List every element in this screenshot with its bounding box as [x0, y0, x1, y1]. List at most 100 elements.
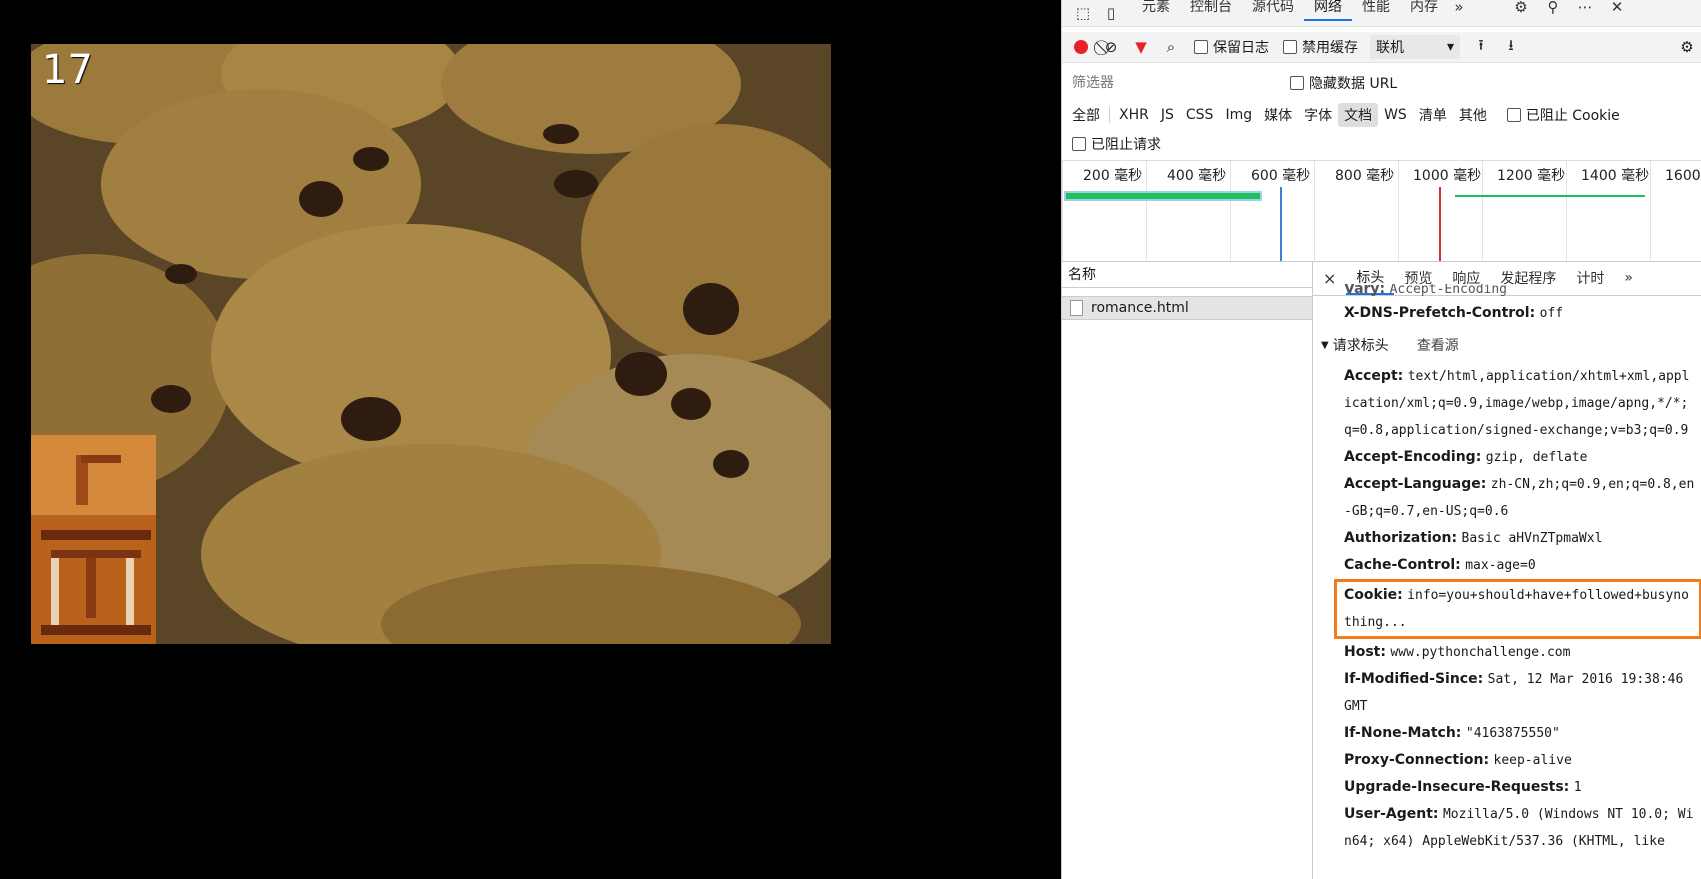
network-timeline-overview[interactable]: 200 毫秒 400 毫秒 600 毫秒 800 毫秒 1000 毫秒 1200…: [1062, 160, 1701, 262]
machine-illustration: [31, 435, 156, 644]
devtools-tabbar: ⬚ ▯ 元素 控制台 源代码 网络 性能 内存 » ⚙ ⚲ ⋯ ✕: [1062, 0, 1701, 27]
type-filter-xhr[interactable]: XHR: [1113, 105, 1155, 125]
tab-timing[interactable]: 计时: [1566, 261, 1614, 295]
close-icon[interactable]: ✕: [1606, 0, 1628, 17]
upload-icon: ⭱: [1478, 35, 1484, 54]
tab-memory[interactable]: 内存: [1400, 0, 1448, 19]
settings-gear-icon[interactable]: ⚙: [1510, 0, 1532, 17]
tab-console[interactable]: 控制台: [1180, 0, 1242, 19]
request-name: romance.html: [1091, 300, 1189, 316]
view-source-link[interactable]: 查看源: [1417, 335, 1459, 355]
throttling-select[interactable]: 联机 ▾: [1370, 35, 1460, 59]
filter-input[interactable]: [1068, 71, 1274, 95]
hide-data-url-label: 隐藏数据 URL: [1309, 76, 1398, 92]
search-icon: ⌕: [1166, 38, 1176, 56]
type-filter-media[interactable]: 媒体: [1258, 103, 1298, 127]
type-filter-img[interactable]: Img: [1219, 105, 1258, 125]
type-filter-font[interactable]: 字体: [1298, 103, 1338, 127]
header-row: Accept-Language: zh-CN,zh;q=0.9,en;q=0.8…: [1313, 471, 1701, 525]
header-row: User-Agent: Mozilla/5.0 (Windows NT 10.0…: [1313, 801, 1701, 855]
tab-sources[interactable]: 源代码: [1242, 0, 1304, 19]
checkbox-box[interactable]: [1506, 108, 1521, 122]
blocked-requests-label: 已阻止请求: [1091, 137, 1161, 153]
checkbox-box[interactable]: [1072, 137, 1086, 151]
request-headers-section-header[interactable]: ▼ 请求标头 查看源: [1313, 327, 1701, 363]
search-button[interactable]: ⌕: [1156, 34, 1186, 60]
request-details: × 标头 预览 响应 发起程序 计时 » Vary: Accept-Encodi…: [1313, 261, 1701, 879]
expand-triangle-icon: ▼: [1321, 339, 1329, 351]
header-name: X-DNS-Prefetch-Control:: [1344, 305, 1536, 321]
clear-button[interactable]: ⃠⊘: [1096, 34, 1126, 60]
user-feedback-icon[interactable]: ⚲: [1542, 0, 1564, 17]
tab-elements[interactable]: 元素: [1132, 0, 1180, 19]
caret-down-icon: ▾: [1446, 39, 1454, 55]
filter-icon: ▼: [1135, 38, 1147, 56]
timeline-tick-label: 1400 毫秒: [1581, 168, 1650, 184]
disable-cache-checkbox[interactable]: 禁用缓存: [1283, 37, 1358, 57]
header-row: Host: www.pythonchallenge.com: [1313, 639, 1701, 666]
type-filter-css[interactable]: CSS: [1180, 105, 1220, 125]
request-row[interactable]: romance.html: [1062, 296, 1312, 320]
record-button[interactable]: [1066, 34, 1096, 60]
blocked-cookies-checkbox[interactable]: 已阻止 Cookie: [1506, 105, 1620, 125]
more-tabs-chevron-icon[interactable]: »: [1448, 0, 1470, 17]
hide-data-url-checkbox[interactable]: 隐藏数据 URL: [1290, 73, 1397, 93]
checkbox-box[interactable]: [1194, 40, 1208, 54]
download-icon: ⭳: [1508, 35, 1514, 54]
type-filter-all[interactable]: 全部: [1066, 103, 1106, 127]
timeline-tick-label: 200 毫秒: [1083, 168, 1143, 184]
tab-network[interactable]: 网络: [1304, 0, 1352, 21]
import-har-button[interactable]: ⭱: [1466, 34, 1496, 60]
tab-performance[interactable]: 性能: [1352, 0, 1400, 19]
request-list: 名称 romance.html: [1062, 261, 1313, 879]
document-icon: [1070, 300, 1083, 316]
type-filter-other[interactable]: 其他: [1453, 103, 1493, 127]
header-name: Cache-Control:: [1344, 557, 1461, 573]
domcontentloaded-marker: [1280, 187, 1282, 261]
blocked-requests-checkbox[interactable]: 已阻止请求: [1072, 134, 1161, 154]
type-filter-js[interactable]: JS: [1155, 105, 1180, 125]
timeline-tick-label: 1000 毫秒: [1413, 168, 1482, 184]
header-name: Accept:: [1344, 368, 1404, 384]
more-options-icon[interactable]: ⋯: [1574, 0, 1596, 17]
header-name: Authorization:: [1344, 530, 1458, 546]
device-toolbar-icon[interactable]: ▯: [1100, 3, 1122, 23]
name-column-header[interactable]: 名称: [1062, 261, 1312, 288]
headers-content: Vary: Accept-Encoding X-DNS-Prefetch-Con…: [1313, 284, 1701, 855]
type-filter-ws[interactable]: WS: [1378, 105, 1413, 125]
header-value: Basic aHVnZTpmaWxl: [1461, 531, 1603, 546]
more-detail-tabs-chevron-icon[interactable]: »: [1614, 261, 1643, 295]
export-har-button[interactable]: ⭳: [1496, 34, 1526, 60]
timeline-gridline: 1600 毫秒: [1650, 161, 1701, 261]
preserve-log-label: 保留日志: [1213, 40, 1269, 56]
filter-toggle-button[interactable]: ▼: [1126, 34, 1156, 60]
header-name: Cookie:: [1344, 587, 1403, 603]
network-settings-button[interactable]: ⚙: [1672, 34, 1701, 60]
header-row: If-None-Match: "4163875550": [1313, 720, 1701, 747]
close-details-icon[interactable]: ×: [1313, 261, 1346, 295]
devtools-tabs: 元素 控制台 源代码 网络 性能 内存: [1132, 0, 1448, 27]
timeline-tick-label: 600 毫秒: [1251, 168, 1311, 184]
devtools-panel: ⬚ ▯ 元素 控制台 源代码 网络 性能 内存 » ⚙ ⚲ ⋯ ✕ ⃠⊘ ▼ ⌕…: [1061, 0, 1701, 879]
web-page: 17: [0, 0, 1061, 879]
inspect-element-icon[interactable]: ⬚: [1072, 3, 1094, 23]
request-waterfall-bar: [1455, 195, 1645, 197]
header-value: keep-alive: [1493, 753, 1572, 768]
cookies-photo: 17: [31, 44, 831, 644]
header-row: Cache-Control: max-age=0: [1313, 552, 1701, 579]
divider: [1109, 107, 1110, 123]
header-value: max-age=0: [1465, 558, 1536, 573]
throttling-value: 联机: [1376, 40, 1404, 56]
header-name: Vary:: [1344, 284, 1386, 297]
image-number: 17: [42, 47, 93, 93]
checkbox-box[interactable]: [1290, 76, 1304, 90]
type-filter-doc[interactable]: 文档: [1338, 103, 1379, 127]
type-filter-manifest[interactable]: 清单: [1413, 103, 1453, 127]
load-event-marker: [1439, 187, 1441, 261]
timeline-tick-label: 400 毫秒: [1167, 168, 1227, 184]
header-row: Authorization: Basic aHVnZTpmaWxl: [1313, 525, 1701, 552]
header-value: gzip, deflate: [1485, 450, 1588, 465]
preserve-log-checkbox[interactable]: 保留日志: [1194, 37, 1269, 57]
checkbox-box[interactable]: [1283, 40, 1297, 54]
header-name: If-Modified-Since:: [1344, 671, 1484, 687]
